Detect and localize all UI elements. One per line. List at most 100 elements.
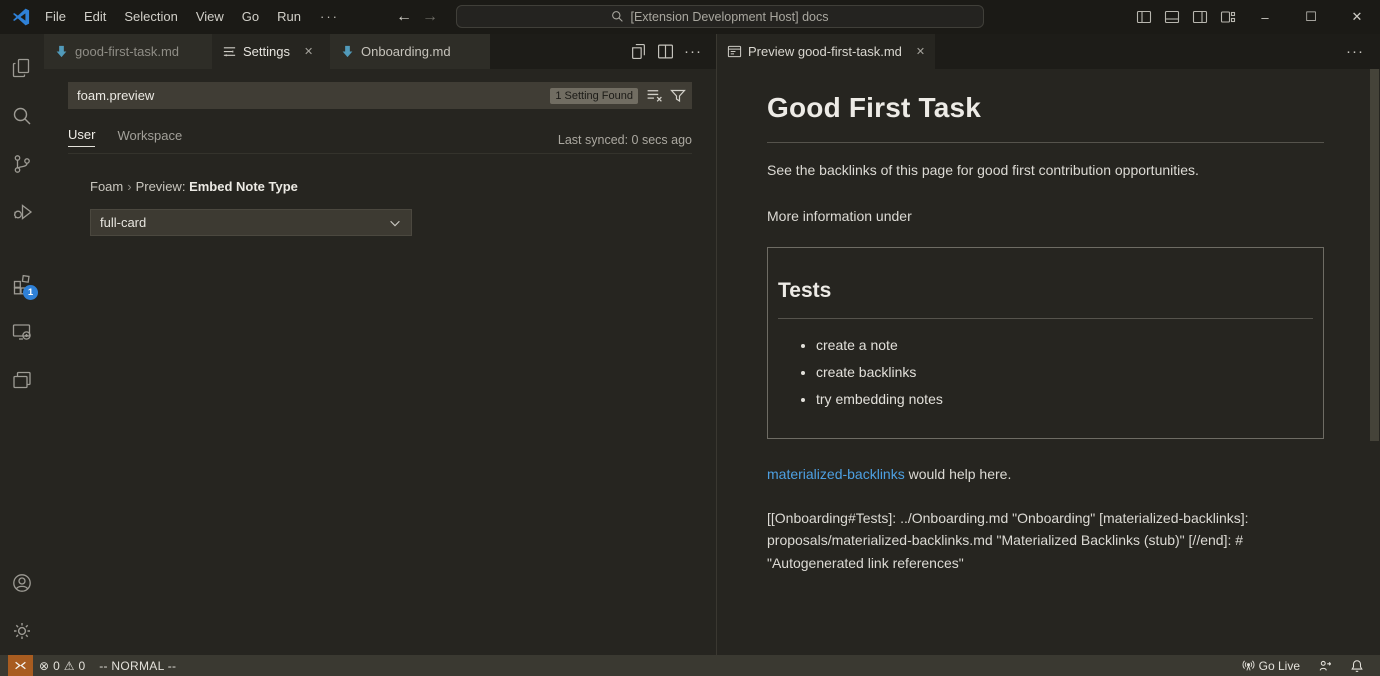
clear-settings-search-icon[interactable] [646, 87, 663, 104]
reference-line: "Autogenerated link references" [767, 552, 1324, 574]
search-view-icon[interactable] [0, 94, 44, 138]
vscode-window: File Edit Selection View Go Run ··· ← → … [0, 0, 1380, 676]
activity-bar: 1 [0, 34, 44, 655]
toggle-secondary-sidebar-icon[interactable] [1186, 0, 1214, 34]
tab-settings[interactable]: Settings ✕ [212, 34, 330, 69]
scope-tab-workspace[interactable]: Workspace [117, 128, 182, 147]
tab-preview-good-first-task[interactable]: Preview good-first-task.md ✕ [717, 34, 935, 69]
notifications-bell-icon[interactable] [1344, 655, 1370, 676]
markdown-preview: Good First Task See the backlinks of thi… [716, 69, 1380, 655]
split-editor-icon[interactable] [657, 43, 674, 60]
breadcrumb-separator: › [123, 179, 135, 194]
menu-edit[interactable]: Edit [75, 5, 115, 29]
search-icon [611, 10, 624, 23]
tab-label: Settings [243, 44, 290, 59]
warning-count: 0 [79, 659, 86, 673]
embedded-note-title: Tests [778, 275, 1313, 320]
live-share-button[interactable] [1312, 655, 1338, 676]
go-back-button[interactable]: ← [396, 8, 412, 26]
more-actions-icon[interactable]: ··· [684, 43, 702, 60]
error-count: 0 [53, 659, 60, 673]
windows-icon[interactable] [0, 358, 44, 402]
go-forward-button[interactable]: → [422, 8, 438, 26]
editor-tabs-right-group: Preview good-first-task.md ✕ ··· [716, 34, 1380, 69]
markdown-icon [340, 44, 355, 59]
settings-editor: foam.preview 1 Setting Found User Worksp… [44, 69, 716, 655]
list-item: try embedding notes [816, 389, 1313, 411]
link-references-paragraph: [[Onboarding#Tests]: ../Onboarding.md "O… [767, 507, 1324, 574]
remote-indicator-button[interactable] [8, 655, 33, 676]
menu-selection[interactable]: Selection [115, 5, 186, 29]
open-preview-icon [727, 44, 742, 59]
preview-paragraph: See the backlinks of this page for good … [767, 160, 1324, 182]
scope-tab-user[interactable]: User [68, 127, 95, 147]
tab-label: good-first-task.md [75, 44, 179, 59]
remote-explorer-icon[interactable] [0, 310, 44, 354]
customize-layout-icon[interactable] [1214, 0, 1242, 34]
setting-subcategory: Preview: [136, 179, 186, 194]
markdown-icon [54, 44, 69, 59]
select-value: full-card [100, 215, 146, 230]
tab-close-icon[interactable]: ✕ [304, 45, 313, 58]
menu-view[interactable]: View [187, 5, 233, 29]
toggle-panel-icon[interactable] [1158, 0, 1186, 34]
menu-file[interactable]: File [36, 5, 75, 29]
last-synced-label: Last synced: 0 secs ago [558, 133, 692, 147]
editor-tabs-left-group: good-first-task.md Settings ✕ Onboarding… [44, 34, 716, 69]
command-center-label: [Extension Development Host] docs [630, 10, 828, 24]
settings-editor-icon [222, 44, 237, 59]
close-button[interactable]: ✕ [1334, 0, 1380, 34]
setting-title: Foam›Preview: Embed Note Type [90, 179, 298, 194]
vim-mode-indicator[interactable]: -- NORMAL -- [99, 659, 176, 673]
problems-status[interactable]: ⊗ 0 ⚠ 0 [33, 655, 91, 676]
embed-note-type-select[interactable]: full-card [90, 209, 412, 236]
accounts-icon[interactable] [0, 561, 44, 605]
vscode-logo-icon [11, 7, 31, 27]
settings-search-input[interactable]: foam.preview 1 Setting Found [68, 82, 692, 109]
run-and-debug-icon[interactable] [0, 190, 44, 234]
open-changes-icon[interactable] [630, 43, 647, 60]
toggle-primary-sidebar-icon[interactable] [1130, 0, 1158, 34]
extensions-badge: 1 [23, 285, 38, 300]
menu-bar: File Edit Selection View Go Run ··· [36, 0, 349, 34]
preview-paragraph: More information under [767, 206, 1324, 228]
settings-results-badge: 1 Setting Found [550, 88, 638, 104]
extensions-icon[interactable]: 1 [0, 262, 44, 306]
explorer-icon[interactable] [0, 46, 44, 90]
maximize-button[interactable]: ☐ [1288, 0, 1334, 34]
titlebar-controls: – ☐ ✕ [1130, 0, 1380, 34]
materialized-backlinks-link[interactable]: materialized-backlinks [767, 466, 905, 482]
preview-paragraph: materialized-backlinks would help here. [767, 464, 1324, 486]
manage-gear-icon[interactable] [0, 609, 44, 653]
tab-good-first-task[interactable]: good-first-task.md [44, 34, 212, 69]
history-navigation: ← → [396, 0, 438, 34]
menu-go[interactable]: Go [233, 5, 268, 29]
tab-close-icon[interactable]: ✕ [916, 45, 925, 58]
preview-heading: Good First Task [767, 86, 1324, 143]
menu-run[interactable]: Run [268, 5, 310, 29]
command-center-search[interactable]: [Extension Development Host] docs [456, 5, 984, 28]
list-item: create a note [816, 335, 1313, 357]
setting-category: Foam [90, 179, 123, 194]
settings-scope-tabs: User Workspace Last synced: 0 secs ago [68, 124, 692, 154]
more-actions-icon[interactable]: ··· [1346, 43, 1364, 60]
tab-label: Onboarding.md [361, 44, 451, 59]
go-live-button[interactable]: Go Live [1236, 655, 1306, 676]
list-item: create backlinks [816, 362, 1313, 384]
broadcast-icon [1242, 659, 1255, 672]
embedded-note-list: create a note create backlinks try embed… [778, 335, 1313, 410]
tab-onboarding[interactable]: Onboarding.md [330, 34, 490, 69]
title-bar: File Edit Selection View Go Run ··· ← → … [0, 0, 1380, 34]
settings-search-value: foam.preview [77, 88, 154, 103]
editor-actions: ··· [630, 34, 716, 69]
source-control-icon[interactable] [0, 142, 44, 186]
scrollbar[interactable] [1370, 69, 1379, 441]
setting-name: Embed Note Type [189, 179, 298, 194]
reference-line: proposals/materialized-backlinks.md "Mat… [767, 529, 1324, 551]
menu-overflow-button[interactable]: ··· [310, 5, 349, 29]
filter-settings-icon[interactable] [670, 88, 686, 104]
remote-icon [14, 659, 27, 672]
status-bar: ⊗ 0 ⚠ 0 -- NORMAL -- Go Live [0, 655, 1380, 676]
minimize-button[interactable]: – [1242, 0, 1288, 34]
warning-icon: ⚠ [64, 659, 75, 673]
